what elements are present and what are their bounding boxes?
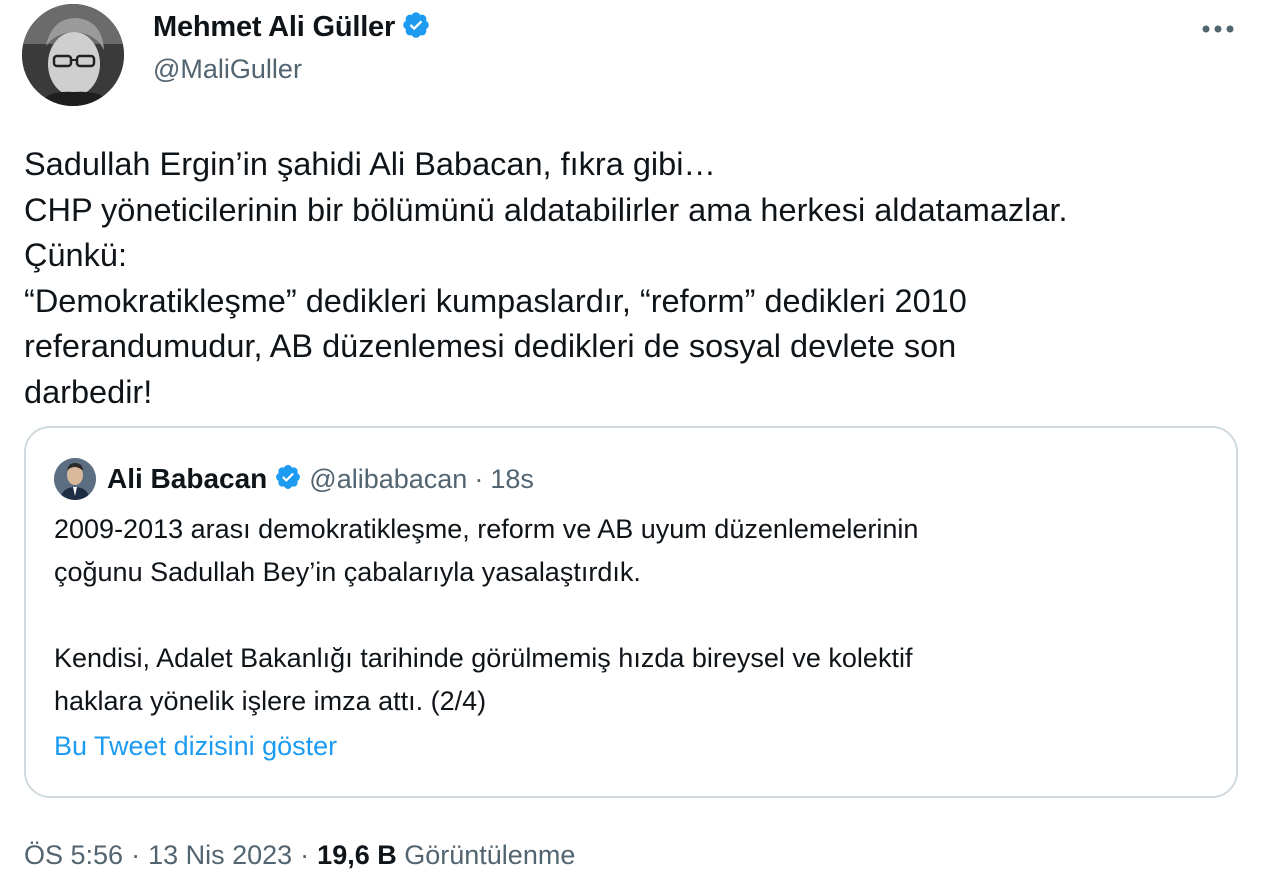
author-display-name[interactable]: Mehmet Ali Güller bbox=[153, 11, 395, 44]
tweet-text-line: darbedir! bbox=[24, 373, 153, 410]
author-avatar[interactable] bbox=[22, 4, 124, 106]
quoted-text-line: haklara yönelik işlere imza attı. (2/4) bbox=[54, 686, 487, 716]
quoted-author-handle[interactable]: @alibabacan bbox=[309, 464, 467, 495]
tweet-text: Sadullah Ergin’in şahidi Ali Babacan, fı… bbox=[24, 142, 1254, 415]
separator-dot: · bbox=[131, 840, 141, 870]
quoted-tweet-header: Ali Babacan @alibabacan · 18s bbox=[54, 458, 534, 500]
tweet-text-line: CHP yöneticilerinin bir bölümünü aldatab… bbox=[24, 191, 1068, 228]
tweet-date[interactable]: 13 Nis 2023 bbox=[148, 840, 292, 871]
author-name-row: Mehmet Ali Güller bbox=[153, 10, 431, 45]
tweet-text-line: Sadullah Ergin’in şahidi Ali Babacan, fı… bbox=[24, 146, 716, 182]
separator-dot: · bbox=[474, 463, 484, 494]
tweet-metadata: ÖS 5:56 · 13 Nis 2023 · 19,6 B Görüntüle… bbox=[24, 840, 575, 871]
author-handle[interactable]: @MaliGuller bbox=[153, 54, 302, 85]
tweet-time[interactable]: ÖS 5:56 bbox=[24, 840, 123, 871]
quoted-tweet-card[interactable]: Ali Babacan @alibabacan · 18s 2009-2013 … bbox=[24, 426, 1238, 798]
tweet-text-line: “Demokratikleşme” dedikleri kumpaslardır… bbox=[24, 282, 967, 319]
quoted-tweet-time[interactable]: 18s bbox=[490, 464, 534, 495]
show-thread-link[interactable]: Bu Tweet dizisini göster bbox=[54, 731, 337, 762]
tweet-text-line: referandumudur, AB düzenlemesi dedikleri… bbox=[24, 328, 957, 364]
quoted-text-line: çoğunu Sadullah Bey’in çabalarıyla yasal… bbox=[54, 557, 641, 587]
views-label: Görüntülenme bbox=[404, 840, 576, 870]
views-count: 19,6 B bbox=[317, 840, 397, 870]
verified-badge-icon bbox=[401, 10, 431, 45]
quoted-text-line: Kendisi, Adalet Bakanlığı tarihinde görü… bbox=[54, 643, 913, 673]
more-options-icon[interactable] bbox=[1198, 14, 1238, 44]
quoted-text-line: 2009-2013 arası demokratikleşme, reform … bbox=[54, 514, 919, 544]
tweet: Mehmet Ali Güller @MaliGuller Sadullah E… bbox=[0, 0, 1280, 895]
verified-badge-icon bbox=[274, 463, 302, 496]
quoted-text-line bbox=[54, 594, 1224, 637]
quoted-author-avatar[interactable] bbox=[54, 458, 96, 500]
quoted-author-name[interactable]: Ali Babacan bbox=[107, 463, 267, 495]
tweet-text-line: Çünkü: bbox=[24, 237, 127, 273]
separator-dot: · bbox=[300, 840, 310, 870]
quoted-tweet-text: 2009-2013 arası demokratikleşme, reform … bbox=[54, 508, 1224, 723]
